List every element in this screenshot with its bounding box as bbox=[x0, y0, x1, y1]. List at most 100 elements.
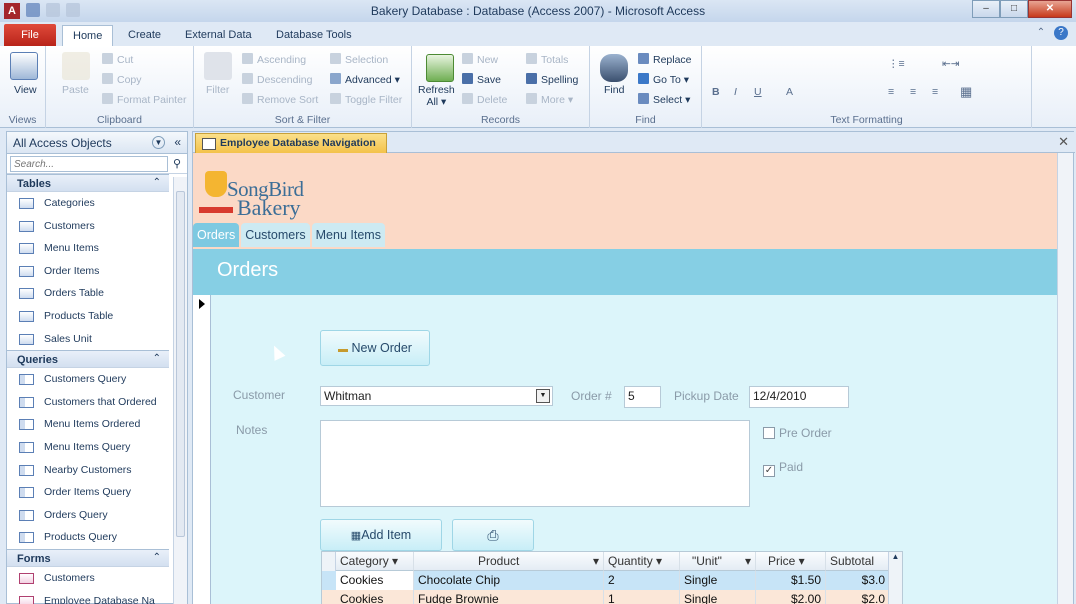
paid-checkbox[interactable]: ✓ Paid bbox=[763, 460, 803, 477]
nav-section-forms[interactable]: Forms ⌃ bbox=[7, 548, 169, 567]
pre-order-checkbox[interactable]: Pre Order bbox=[763, 426, 832, 440]
nav-scrollbar[interactable] bbox=[173, 177, 187, 604]
align-center-icon[interactable]: ≡ bbox=[910, 86, 916, 98]
cell-category[interactable]: Cookies bbox=[336, 590, 414, 604]
filter-icon[interactable] bbox=[204, 52, 232, 80]
close-document-icon[interactable]: ✕ bbox=[1058, 134, 1069, 150]
tab-home[interactable]: Home bbox=[62, 25, 114, 46]
nav-item-query[interactable]: Orders Query bbox=[7, 504, 169, 527]
totals-button[interactable]: Totals bbox=[526, 53, 568, 66]
copy-button[interactable]: Copy bbox=[102, 73, 142, 86]
column-header-quantity[interactable]: Quantity ▾ bbox=[604, 552, 680, 571]
record-selector[interactable] bbox=[193, 295, 211, 604]
cell-subtotal[interactable]: $2.0 bbox=[826, 590, 890, 604]
ascending-button[interactable]: Ascending bbox=[242, 53, 306, 66]
cell-product[interactable]: Fudge Brownie bbox=[414, 590, 604, 604]
tab-menu-items[interactable]: Menu Items bbox=[311, 223, 385, 247]
filter-button[interactable]: Filter bbox=[206, 84, 229, 96]
cell-subtotal[interactable]: $3.0 bbox=[826, 571, 890, 590]
nav-item-query[interactable]: Products Query bbox=[7, 526, 169, 549]
nav-item-query[interactable]: Customers Query bbox=[7, 368, 169, 391]
help-icon[interactable]: ? bbox=[1054, 26, 1068, 40]
add-item-button[interactable]: ▦Add Item bbox=[320, 519, 442, 551]
delete-record-button[interactable]: Delete bbox=[462, 93, 507, 106]
font-color-icon[interactable]: A bbox=[786, 86, 793, 98]
nav-section-queries[interactable]: Queries ⌃ bbox=[7, 350, 169, 369]
document-tab[interactable]: Employee Database Navigation bbox=[195, 133, 387, 153]
format-painter-button[interactable]: Format Painter bbox=[102, 93, 186, 106]
refresh-icon[interactable] bbox=[426, 54, 454, 82]
notes-textarea[interactable] bbox=[320, 420, 750, 507]
tab-customers[interactable]: Customers bbox=[241, 223, 310, 247]
paste-icon[interactable] bbox=[62, 52, 90, 80]
table-row[interactable]: Cookies Fudge Brownie 1 Single $2.00 $2.… bbox=[322, 590, 902, 604]
maximize-button[interactable]: □ bbox=[1000, 0, 1028, 18]
cell-unit[interactable]: Single bbox=[680, 571, 756, 590]
tab-file[interactable]: File bbox=[4, 24, 56, 46]
collapse-pane-icon[interactable]: « bbox=[174, 135, 181, 149]
goto-button[interactable]: Go To ▾ bbox=[638, 73, 689, 86]
binoculars-icon[interactable] bbox=[600, 54, 628, 82]
minimize-button[interactable]: – bbox=[972, 0, 1000, 18]
tab-database-tools[interactable]: Database Tools bbox=[276, 25, 352, 46]
new-order-button[interactable]: ▬ New Order bbox=[320, 330, 430, 366]
chevron-down-icon[interactable]: ▼ bbox=[152, 136, 165, 149]
nav-item-table[interactable]: Products Table bbox=[7, 305, 169, 328]
bold-button[interactable]: B bbox=[712, 86, 720, 98]
gridlines-icon[interactable]: ▦ bbox=[960, 84, 972, 100]
find-button[interactable]: Find bbox=[604, 84, 624, 96]
column-header-subtotal[interactable]: Subtotal bbox=[826, 552, 890, 571]
bullets-icon[interactable]: ⋮≡ bbox=[888, 58, 905, 70]
column-header-price[interactable]: Price ▾ bbox=[756, 552, 826, 571]
column-header-unit[interactable]: "Unit" ▾ bbox=[680, 552, 756, 571]
more-button[interactable]: More ▾ bbox=[526, 93, 573, 106]
nav-scroll-thumb[interactable] bbox=[176, 191, 185, 537]
nav-item-table[interactable]: Orders Table bbox=[7, 282, 169, 305]
minimize-ribbon-icon[interactable]: ⌃ bbox=[1034, 26, 1048, 40]
collapse-section-icon[interactable]: ⌃ bbox=[153, 177, 161, 188]
close-window-button[interactable]: ✕ bbox=[1028, 0, 1072, 18]
tab-external-data[interactable]: External Data bbox=[185, 25, 252, 46]
descending-button[interactable]: Descending bbox=[242, 73, 312, 86]
nav-item-table[interactable]: Categories bbox=[7, 192, 169, 215]
cut-button[interactable]: Cut bbox=[102, 53, 133, 66]
grid-scrollbar[interactable]: ▲ bbox=[888, 552, 902, 604]
collapse-section-icon[interactable]: ⌃ bbox=[153, 552, 161, 563]
nav-item-table[interactable]: Customers bbox=[7, 215, 169, 238]
tab-create[interactable]: Create bbox=[128, 25, 161, 46]
save-record-button[interactable]: Save bbox=[462, 73, 501, 86]
nav-item-query[interactable]: Menu Items Ordered bbox=[7, 413, 169, 436]
new-record-button[interactable]: New bbox=[462, 53, 498, 66]
cell-price[interactable]: $1.50 bbox=[756, 571, 826, 590]
chevron-down-icon[interactable]: ▼ bbox=[536, 389, 550, 403]
nav-section-tables[interactable]: Tables ⌃ bbox=[7, 174, 169, 192]
search-icon[interactable]: ⚲ bbox=[173, 157, 181, 170]
align-left-icon[interactable]: ≡ bbox=[888, 86, 894, 98]
nav-item-query[interactable]: Order Items Query bbox=[7, 481, 169, 504]
nav-pane-header[interactable]: All Access Objects ▼ « bbox=[7, 132, 187, 154]
nav-item-form[interactable]: Customers bbox=[7, 567, 169, 590]
nav-item-query[interactable]: Customers that Ordered bbox=[7, 391, 169, 414]
nav-item-table[interactable]: Order Items bbox=[7, 260, 169, 283]
advanced-button[interactable]: Advanced ▾ bbox=[330, 73, 400, 86]
tab-orders[interactable]: Orders bbox=[193, 223, 240, 247]
pickup-date-field[interactable]: 12/4/2010 bbox=[749, 386, 849, 408]
align-right-icon[interactable]: ≡ bbox=[932, 86, 938, 98]
view-icon[interactable] bbox=[10, 52, 38, 80]
spelling-button[interactable]: Spelling bbox=[526, 73, 578, 86]
column-header-product[interactable]: Product ▾ bbox=[414, 552, 604, 571]
paste-button[interactable]: Paste bbox=[62, 84, 89, 96]
nav-item-form[interactable]: Employee Database Na bbox=[7, 590, 169, 604]
indent-icon[interactable]: ⇤⇥ bbox=[942, 58, 960, 70]
nav-item-query[interactable]: Menu Items Query bbox=[7, 436, 169, 459]
italic-button[interactable]: I bbox=[734, 86, 737, 98]
table-row[interactable]: Cookies Chocolate Chip 2 Single $1.50 $3… bbox=[322, 571, 902, 590]
collapse-section-icon[interactable]: ⌃ bbox=[153, 353, 161, 364]
order-number-field[interactable]: 5 bbox=[624, 386, 661, 408]
form-scrollbar[interactable] bbox=[1057, 153, 1073, 604]
print-button[interactable]: ⎙ bbox=[452, 519, 534, 551]
cell-unit[interactable]: Single bbox=[680, 590, 756, 604]
nav-search-input[interactable] bbox=[10, 156, 168, 172]
underline-button[interactable]: U bbox=[754, 86, 762, 98]
replace-button[interactable]: Replace bbox=[638, 53, 692, 66]
